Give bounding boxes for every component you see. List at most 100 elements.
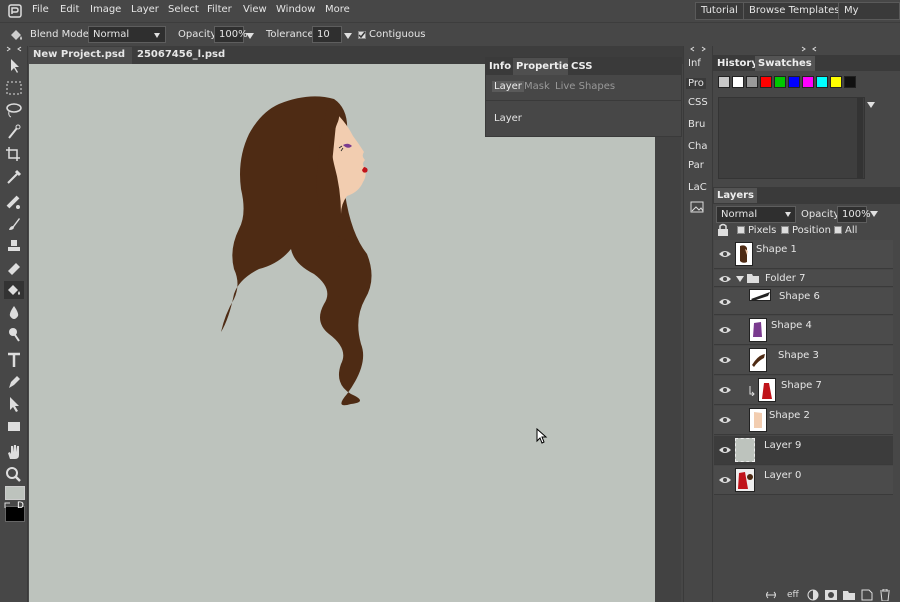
color-swatch[interactable]: [774, 76, 786, 88]
browse-templates-button[interactable]: Browse Templates: [743, 2, 846, 20]
tolerance-dropdown-icon[interactable]: [344, 33, 352, 39]
layer-row[interactable]: Shape 6: [714, 288, 893, 315]
subtab-live-shapes[interactable]: Live Shapes: [555, 81, 615, 92]
visibility-eye-icon[interactable]: [719, 297, 731, 307]
foreground-color-swatch[interactable]: [5, 486, 25, 500]
layer-opacity-input[interactable]: 100%: [837, 206, 871, 223]
layer-row[interactable]: Shape 3: [714, 346, 893, 375]
eyedropper-tool-icon[interactable]: [4, 167, 24, 185]
tab-history[interactable]: History: [714, 56, 761, 71]
menu-view[interactable]: View: [243, 4, 267, 15]
panel-layer-comps[interactable]: LaC: [688, 182, 707, 193]
new-layer-icon[interactable]: [861, 589, 873, 601]
panel-info[interactable]: Inf: [688, 58, 701, 69]
tab-25067456[interactable]: 25067456_l.psd * ✕: [133, 47, 233, 76]
lock-all-checkbox[interactable]: [834, 226, 842, 234]
layer-row[interactable]: Layer 0: [714, 466, 893, 495]
expand-arrows-icon[interactable]: [690, 46, 706, 52]
color-swatch[interactable]: [830, 76, 842, 88]
contiguous-checkbox[interactable]: [358, 31, 366, 39]
subtab-layer[interactable]: Layer: [492, 81, 524, 92]
tutorial-button[interactable]: Tutorial: [695, 2, 744, 20]
subtab-mask[interactable]: Mask: [524, 81, 550, 92]
collapse-arrows-icon[interactable]: [801, 46, 817, 52]
panel-paragraph[interactable]: Par: [688, 160, 704, 171]
tab-swatches[interactable]: Swatches: [755, 56, 815, 71]
visibility-eye-icon[interactable]: [719, 475, 731, 485]
panel-css[interactable]: CSS: [688, 97, 708, 108]
color-swatch[interactable]: [746, 76, 758, 88]
color-swatch[interactable]: [788, 76, 800, 88]
visibility-eye-icon[interactable]: [719, 249, 731, 259]
layer-group-row[interactable]: Folder 7: [714, 270, 893, 287]
marquee-tool-icon[interactable]: [4, 79, 24, 97]
shape-tool-icon[interactable]: [4, 417, 24, 435]
menu-more[interactable]: More: [325, 4, 350, 15]
color-swatch[interactable]: [718, 76, 730, 88]
tolerance-input[interactable]: 10: [312, 26, 342, 43]
hand-tool-icon[interactable]: [4, 443, 24, 461]
visibility-eye-icon[interactable]: [719, 355, 731, 365]
zoom-tool-icon[interactable]: [4, 465, 24, 483]
clone-stamp-tool-icon[interactable]: [4, 237, 24, 255]
tab-info[interactable]: Info: [486, 58, 515, 75]
menu-window[interactable]: Window: [276, 4, 315, 15]
eraser-tool-icon[interactable]: [4, 259, 24, 277]
image-panel-icon[interactable]: [690, 201, 704, 213]
quick-select-tool-icon[interactable]: [4, 123, 24, 141]
visibility-eye-icon[interactable]: [719, 415, 731, 425]
layer-opacity-dropdown-icon[interactable]: [870, 211, 878, 217]
menu-filter[interactable]: Filter: [207, 4, 232, 15]
visibility-eye-icon[interactable]: [719, 385, 731, 395]
tab-new-project[interactable]: New Project.psd * ✕: [29, 47, 132, 76]
menu-layer[interactable]: Layer: [131, 4, 159, 15]
new-folder-icon[interactable]: [843, 589, 855, 601]
blend-mode-select[interactable]: Normal: [88, 26, 166, 43]
lasso-tool-icon[interactable]: [4, 101, 24, 119]
color-swatch[interactable]: [802, 76, 814, 88]
layer-effects-button[interactable]: eff: [787, 590, 799, 600]
color-swatch[interactable]: [760, 76, 772, 88]
layer-row[interactable]: Shape 1: [714, 240, 893, 269]
menu-edit[interactable]: Edit: [60, 4, 79, 15]
opacity-input[interactable]: 100%: [214, 26, 248, 43]
type-tool-icon[interactable]: [4, 351, 24, 369]
layer-blend-select[interactable]: Normal: [716, 206, 796, 223]
panel-brush[interactable]: Bru: [688, 119, 705, 130]
brush-tool-icon[interactable]: [4, 215, 24, 233]
path-select-tool-icon[interactable]: [4, 395, 24, 413]
crop-tool-icon[interactable]: [4, 145, 24, 163]
document-canvas[interactable]: [29, 64, 655, 602]
my-account-button[interactable]: My Account: [838, 2, 900, 32]
opacity-dropdown-icon[interactable]: [246, 33, 254, 39]
visibility-eye-icon[interactable]: [719, 274, 731, 284]
tab-layers[interactable]: Layers: [714, 188, 757, 203]
pen-tool-icon[interactable]: [4, 373, 24, 391]
layer-row[interactable]: Shape 7: [714, 376, 893, 405]
lock-pixels-checkbox[interactable]: [737, 226, 745, 234]
color-swatch[interactable]: [732, 76, 744, 88]
swatches-scrollbar[interactable]: [857, 98, 863, 178]
move-tool-icon[interactable]: [4, 57, 24, 75]
color-swatch[interactable]: [816, 76, 828, 88]
paint-bucket-tool-icon[interactable]: [4, 281, 24, 299]
panel-properties[interactable]: Pro: [686, 78, 706, 89]
lock-position-checkbox[interactable]: [781, 226, 789, 234]
adjustment-layer-icon[interactable]: [807, 589, 819, 601]
layer-row-selected[interactable]: Layer 9: [714, 436, 893, 465]
tab-css[interactable]: CSS: [568, 58, 596, 75]
visibility-eye-icon[interactable]: [719, 445, 731, 455]
panel-character[interactable]: Cha: [688, 141, 707, 152]
layer-row[interactable]: Shape 2: [714, 406, 893, 435]
color-swatch[interactable]: [844, 76, 856, 88]
swap-colors-icon[interactable]: [4, 502, 12, 510]
delete-layer-icon[interactable]: [879, 589, 891, 601]
menu-file[interactable]: File: [32, 4, 49, 15]
visibility-eye-icon[interactable]: [719, 325, 731, 335]
swatches-menu-icon[interactable]: [867, 102, 875, 108]
link-layers-icon[interactable]: [765, 590, 777, 600]
healing-brush-tool-icon[interactable]: [4, 193, 24, 211]
menu-image[interactable]: Image: [90, 4, 121, 15]
menu-select[interactable]: Select: [168, 4, 199, 15]
dodge-tool-icon[interactable]: [4, 325, 24, 343]
